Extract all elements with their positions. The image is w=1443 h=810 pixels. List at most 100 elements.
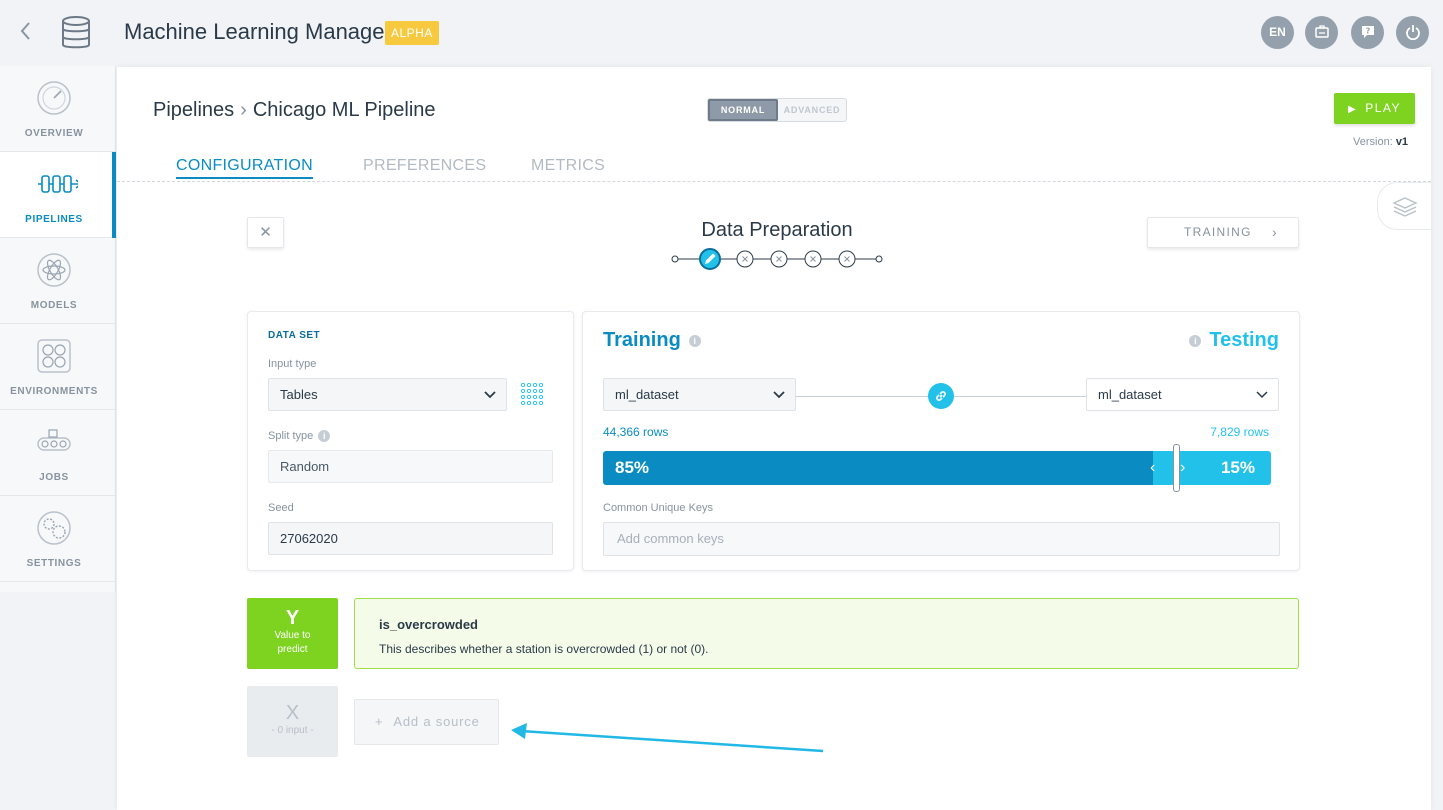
play-label: PLAY [1365, 101, 1401, 115]
sidebar-item-label: PIPELINES [25, 214, 83, 225]
atom-icon [37, 253, 71, 287]
alpha-badge: ALPHA [385, 21, 439, 45]
step-progress [671, 248, 883, 270]
info-icon[interactable]: i [688, 334, 701, 347]
next-step-label: TRAINING [1184, 225, 1252, 239]
step-title: Data Preparation [701, 219, 853, 241]
seed-input[interactable]: 27062020 [268, 522, 553, 555]
close-button[interactable]: ✕ [247, 217, 284, 248]
sidebar-item-label: MODELS [30, 300, 78, 311]
step-endpoint [671, 255, 679, 263]
tab-metrics[interactable]: METRICS [531, 157, 605, 175]
y-caption: Value to predict [274, 630, 311, 655]
input-type-label: Input type [268, 358, 317, 370]
close-icon: ✕ [259, 224, 272, 241]
x-letter: X [285, 702, 300, 724]
chevron-right-icon: › [1272, 224, 1278, 240]
sidebar-item-pipelines[interactable]: PIPELINES [0, 152, 116, 238]
sidebar-item-environments[interactable]: ENVIRONMENTS [0, 324, 116, 410]
cluster-icon [37, 339, 71, 373]
version-value: v1 [1395, 136, 1409, 148]
breadcrumb: Pipelines › Chicago ML Pipeline [153, 99, 436, 122]
training-title: Training i [603, 329, 701, 352]
sidebar-item-models[interactable]: MODELS [0, 238, 116, 324]
step-endpoint [875, 255, 883, 263]
info-icon[interactable]: i [1189, 334, 1202, 347]
target-variable-card[interactable]: is_overcrowded This describes whether a … [354, 598, 1299, 669]
split-handle[interactable] [1173, 444, 1180, 492]
annotation-arrow [511, 723, 824, 753]
sidebar-item-jobs[interactable]: JOBS [0, 410, 116, 496]
x-caption: - 0 input - [271, 725, 314, 736]
help-chat-icon: ? [1361, 26, 1374, 38]
sidebar-item-overview[interactable]: OVERVIEW [0, 66, 116, 152]
input-type-value: Tables [280, 387, 318, 402]
step-2[interactable] [736, 250, 754, 268]
target-name: is_overcrowded [379, 617, 478, 632]
breadcrumb-chevron-icon: › [240, 99, 247, 121]
input-type-select[interactable]: Tables [268, 378, 507, 411]
breadcrumb-root[interactable]: Pipelines [153, 99, 234, 121]
step-3[interactable] [770, 250, 788, 268]
training-dataset-value: ml_dataset [615, 387, 679, 402]
step-5[interactable] [838, 250, 856, 268]
sidebar-item-label: JOBS [39, 472, 69, 483]
app-title: Machine Learning Manager [124, 19, 392, 44]
mode-normal-option[interactable]: NORMAL [708, 99, 778, 121]
help-button[interactable]: ? [1351, 16, 1384, 49]
chevron-right-icon[interactable]: › [1180, 451, 1185, 485]
step-4[interactable] [804, 250, 822, 268]
database-logo-icon [60, 15, 92, 51]
main-panel: Pipelines › Chicago ML Pipeline NORMAL ADV… [117, 67, 1431, 810]
sidebar-item-label: OVERVIEW [24, 128, 84, 139]
tab-bar: CONFIGURATION PREFERENCES METRICS [117, 157, 1431, 182]
pipeline-icon [38, 175, 78, 193]
split-type-label: Split type i [268, 430, 331, 443]
testing-title: i Testing [1189, 329, 1279, 352]
training-dataset-select[interactable]: ml_dataset [603, 378, 796, 411]
split-type-field[interactable]: Random [268, 450, 553, 483]
training-share: 85% [603, 451, 1153, 485]
input-x-badge: X - 0 input - [247, 686, 338, 757]
back-arrow-icon[interactable] [18, 20, 38, 44]
layers-icon [1392, 197, 1418, 217]
chevron-down-icon [1256, 379, 1268, 411]
chevron-left-icon[interactable]: ‹ [1150, 451, 1155, 485]
info-icon[interactable]: i [318, 430, 331, 443]
common-keys-input[interactable]: Add common keys [603, 522, 1280, 556]
dataset-heading: DATA SET [268, 330, 321, 341]
gauge-icon [37, 81, 71, 115]
mode-toggle[interactable]: NORMAL ADVANCED [707, 98, 847, 122]
svg-text:?: ? [1365, 27, 1370, 36]
plus-icon: + [375, 714, 384, 729]
mode-advanced-option[interactable]: ADVANCED [778, 99, 846, 121]
add-source-label: Add a source [393, 714, 480, 729]
sidebar-item-settings[interactable]: SETTINGS [0, 496, 116, 582]
breadcrumb-current: Chicago ML Pipeline [252, 99, 436, 121]
sidebar-item-label: SETTINGS [26, 558, 82, 569]
grid-dots-icon[interactable] [520, 382, 546, 408]
seed-label: Seed [268, 502, 294, 514]
target-y-badge: Y Value to predict [247, 598, 338, 669]
briefcase-button[interactable] [1305, 16, 1338, 49]
top-bar: Machine Learning Manager ALPHA EN ? [0, 0, 1443, 66]
play-button[interactable]: ▶ PLAY [1334, 93, 1415, 124]
layers-panel-toggle[interactable] [1377, 182, 1431, 230]
chevron-down-icon [773, 379, 785, 411]
power-icon [1405, 25, 1420, 41]
link-icon[interactable] [928, 383, 954, 409]
language-button[interactable]: EN [1261, 16, 1294, 49]
split-slider[interactable]: 85% 15% [603, 451, 1271, 485]
target-description: This describes whether a station is over… [379, 642, 709, 656]
briefcase-icon [1314, 25, 1329, 38]
power-button[interactable] [1396, 16, 1429, 49]
testing-dataset-select[interactable]: ml_dataset [1086, 378, 1279, 411]
testing-row-count: 7,829 rows [1210, 425, 1269, 439]
conveyor-icon [37, 429, 71, 451]
next-step-button[interactable]: TRAINING › [1147, 217, 1299, 248]
tab-configuration[interactable]: CONFIGURATION [176, 157, 313, 179]
play-icon: ▶ [1348, 104, 1358, 115]
tab-preferences[interactable]: PREFERENCES [363, 157, 486, 175]
add-source-button[interactable]: + Add a source [354, 699, 499, 745]
testing-share: 15% [1153, 451, 1271, 485]
